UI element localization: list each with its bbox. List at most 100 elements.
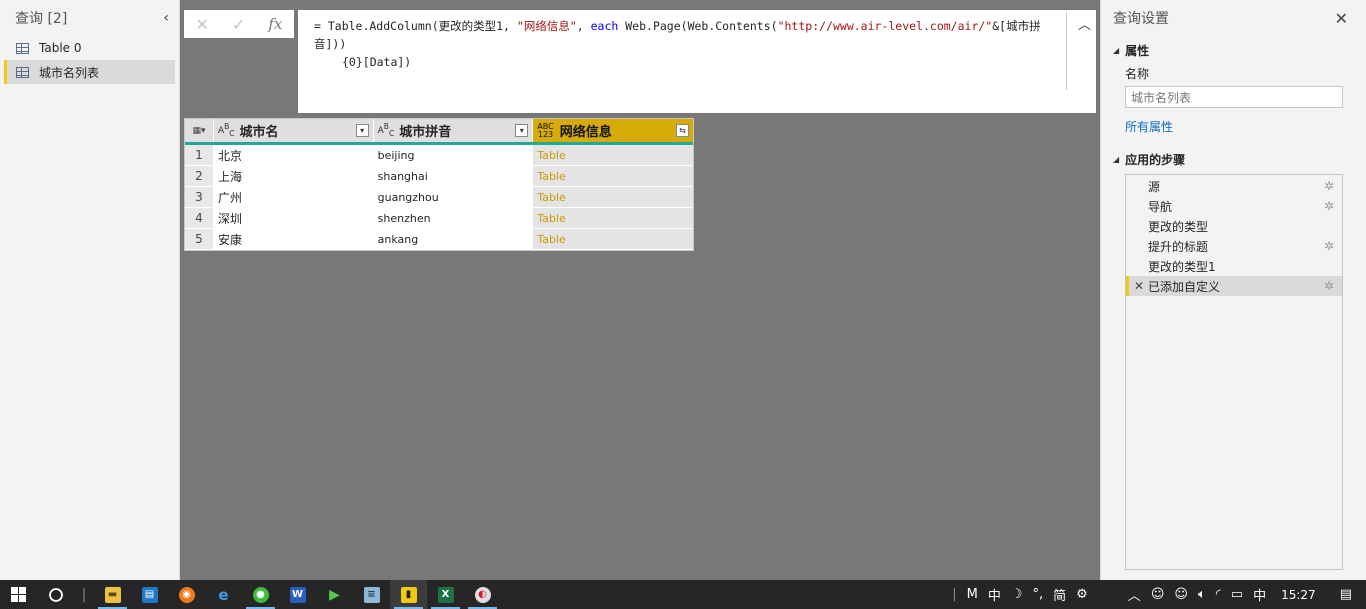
filter-dropdown-icon[interactable]: ▾ bbox=[515, 124, 529, 137]
clock-time[interactable]: 15:27 bbox=[1271, 588, 1326, 602]
taskbar: | ▬ ▤ ◉ e ● W ▶ ≡ ▮ X ◐ | M 中 ☽ °, 简 ⚙ ︿… bbox=[0, 580, 1366, 609]
formula-part: = Table.AddColumn(更改的类型1, bbox=[314, 19, 517, 33]
collapse-formula-chevron-icon[interactable]: ︿ bbox=[1078, 14, 1091, 33]
column-header-pinyin[interactable]: ABC 城市拼音 ▾ bbox=[374, 119, 534, 142]
show-hidden-icons-chevron-icon[interactable]: ︿ bbox=[1123, 585, 1146, 604]
delete-step-icon[interactable]: ✕ bbox=[1134, 279, 1144, 293]
wifi-icon[interactable]: ◜ bbox=[1211, 587, 1226, 602]
queries-pane: 查询 [2] ‹ Table 0 城市名列表 bbox=[0, 0, 180, 580]
column-name: 城市名 bbox=[239, 125, 279, 140]
cell-table-link[interactable]: Table bbox=[533, 145, 693, 166]
gear-icon[interactable]: ✲ bbox=[1324, 239, 1334, 253]
query-item-table0[interactable]: Table 0 bbox=[4, 36, 175, 60]
column-header-web-info[interactable]: ABC 123 网络信息 ⇆ bbox=[533, 119, 693, 142]
volume-icon[interactable]: 🔈︎ bbox=[1193, 587, 1211, 602]
type-text-icon[interactable]: ABC bbox=[378, 123, 395, 138]
cortana-search-icon[interactable] bbox=[37, 580, 74, 609]
ime-moon-icon[interactable]: ☽ bbox=[1006, 587, 1028, 602]
step-label: 已添加自定义 bbox=[1148, 279, 1221, 294]
fx-icon[interactable]: fx bbox=[268, 15, 282, 33]
formula-string: "网络信息" bbox=[516, 19, 577, 33]
ime-settings-icon[interactable]: ⚙ bbox=[1071, 587, 1093, 602]
windows-start-icon[interactable] bbox=[0, 580, 37, 609]
cell-table-link[interactable]: Table bbox=[533, 208, 693, 229]
query-name-input[interactable] bbox=[1125, 86, 1343, 108]
cell-table-link[interactable]: Table bbox=[533, 229, 693, 250]
qq-icon[interactable]: ☺ bbox=[1146, 587, 1170, 602]
queries-header: 查询 [2] ‹ bbox=[0, 0, 179, 36]
ime-punct-icon[interactable]: °, bbox=[1027, 587, 1048, 602]
gear-icon[interactable]: ✲ bbox=[1324, 279, 1334, 293]
divider-icon: | bbox=[952, 587, 957, 602]
formula-part: Web.Page(Web.Contents( bbox=[618, 19, 778, 33]
collapse-triangle-icon[interactable]: ◢ bbox=[1113, 155, 1119, 164]
properties-section-header[interactable]: ◢ 属性 bbox=[1101, 42, 1366, 59]
excel-icon[interactable]: X bbox=[427, 580, 464, 609]
cell-table-link[interactable]: Table bbox=[533, 166, 693, 187]
type-text-icon[interactable]: ABC bbox=[218, 123, 235, 138]
cell-city[interactable]: 北京 bbox=[213, 145, 374, 166]
applied-steps-section-header[interactable]: ◢ 应用的步骤 bbox=[1101, 151, 1366, 168]
ime-simplified-icon[interactable]: 简 bbox=[1048, 585, 1071, 604]
applied-steps-list: 源 ✲ 导航 ✲ 更改的类型 提升的标题 ✲ 更改的类型1 ✕ 已添加自定义 ✲ bbox=[1125, 174, 1343, 570]
grid-body: 1 北京 beijing Table 2 上海 shanghai Table 3… bbox=[185, 145, 693, 250]
power-bi-icon[interactable]: ▮ bbox=[390, 580, 427, 609]
cell-pinyin[interactable]: guangzhou bbox=[373, 187, 534, 208]
input-language[interactable]: 中 bbox=[1248, 585, 1271, 604]
grid-menu-icon[interactable]: ▦▾ bbox=[185, 119, 214, 142]
expand-column-icon[interactable]: ⇆ bbox=[676, 124, 689, 137]
step-label: 提升的标题 bbox=[1148, 239, 1209, 254]
cancel-x-icon[interactable]: ✕ bbox=[196, 15, 209, 34]
cell-pinyin[interactable]: shanghai bbox=[373, 166, 534, 187]
action-center-icon[interactable]: ▤ bbox=[1326, 587, 1366, 602]
cell-pinyin[interactable]: shenzhen bbox=[373, 208, 534, 229]
section-title: 属性 bbox=[1125, 44, 1150, 58]
step-item[interactable]: 导航 ✲ bbox=[1126, 196, 1342, 216]
ime-mode-icon[interactable]: M bbox=[962, 587, 983, 602]
word-icon[interactable]: W bbox=[279, 580, 316, 609]
query-item-city-list[interactable]: 城市名列表 bbox=[4, 60, 175, 84]
battery-icon[interactable]: ▭ bbox=[1226, 587, 1248, 602]
step-item-active[interactable]: ✕ 已添加自定义 ✲ bbox=[1126, 276, 1342, 296]
cell-pinyin[interactable]: ankang bbox=[373, 229, 534, 250]
internet-explorer-icon[interactable]: e bbox=[205, 580, 242, 609]
collapse-triangle-icon[interactable]: ◢ bbox=[1113, 46, 1119, 55]
gear-icon[interactable]: ✲ bbox=[1324, 199, 1334, 213]
file-explorer-icon[interactable]: ▬ bbox=[94, 580, 131, 609]
collapse-chevron-icon[interactable]: ‹ bbox=[163, 10, 169, 26]
qq-secondary-icon[interactable]: ☺ bbox=[1169, 587, 1193, 602]
formula-line2: {0}[Data]) bbox=[342, 55, 412, 69]
browser-orange-icon[interactable]: ◉ bbox=[168, 580, 205, 609]
commit-check-icon[interactable]: ✓ bbox=[232, 15, 245, 34]
step-label: 更改的类型 bbox=[1148, 219, 1209, 234]
cell-city[interactable]: 安康 bbox=[213, 229, 374, 250]
divider-icon: | bbox=[81, 586, 87, 603]
step-item[interactable]: 源 ✲ bbox=[1126, 176, 1342, 196]
cell-city[interactable]: 深圳 bbox=[213, 208, 374, 229]
data-grid: ▦▾ ABC 城市名 ▾ ABC 城市拼音 ▾ ABC 123 网络信息 ⇆ 1 … bbox=[184, 118, 694, 251]
close-icon[interactable]: ✕ bbox=[1335, 9, 1348, 28]
cell-city[interactable]: 上海 bbox=[213, 166, 374, 187]
cell-city[interactable]: 广州 bbox=[213, 187, 374, 208]
notepad-icon[interactable]: ≡ bbox=[353, 580, 390, 609]
cell-pinyin[interactable]: beijing bbox=[373, 145, 534, 166]
step-item[interactable]: 更改的类型 bbox=[1126, 216, 1342, 236]
step-item[interactable]: 提升的标题 ✲ bbox=[1126, 236, 1342, 256]
data-preview-area: ✕ ✓ fx = Table.AddColumn(更改的类型1, "网络信息",… bbox=[180, 0, 1100, 580]
wechat-icon[interactable]: ● bbox=[242, 580, 279, 609]
media-player-icon[interactable]: ▶ bbox=[316, 580, 353, 609]
filter-dropdown-icon[interactable]: ▾ bbox=[355, 124, 369, 137]
grid-header-row: ▦▾ ABC 城市名 ▾ ABC 城市拼音 ▾ ABC 123 网络信息 ⇆ bbox=[185, 119, 693, 145]
formula-bar[interactable]: = Table.AddColumn(更改的类型1, "网络信息", each W… bbox=[298, 10, 1096, 113]
column-header-city[interactable]: ABC 城市名 ▾ bbox=[214, 119, 374, 142]
type-any-icon[interactable]: ABC 123 bbox=[537, 122, 553, 139]
cell-table-link[interactable]: Table bbox=[533, 187, 693, 208]
all-properties-link[interactable]: 所有属性 bbox=[1101, 118, 1366, 135]
step-item[interactable]: 更改的类型1 bbox=[1126, 256, 1342, 276]
red-app-icon[interactable]: ◐ bbox=[464, 580, 501, 609]
ime-chinese-icon[interactable]: 中 bbox=[983, 585, 1006, 604]
formula-keyword: each bbox=[590, 19, 619, 33]
calendar-app-icon[interactable]: ▤ bbox=[131, 580, 168, 609]
gear-icon[interactable]: ✲ bbox=[1324, 179, 1334, 193]
formula-scrollbar[interactable] bbox=[1066, 12, 1067, 90]
